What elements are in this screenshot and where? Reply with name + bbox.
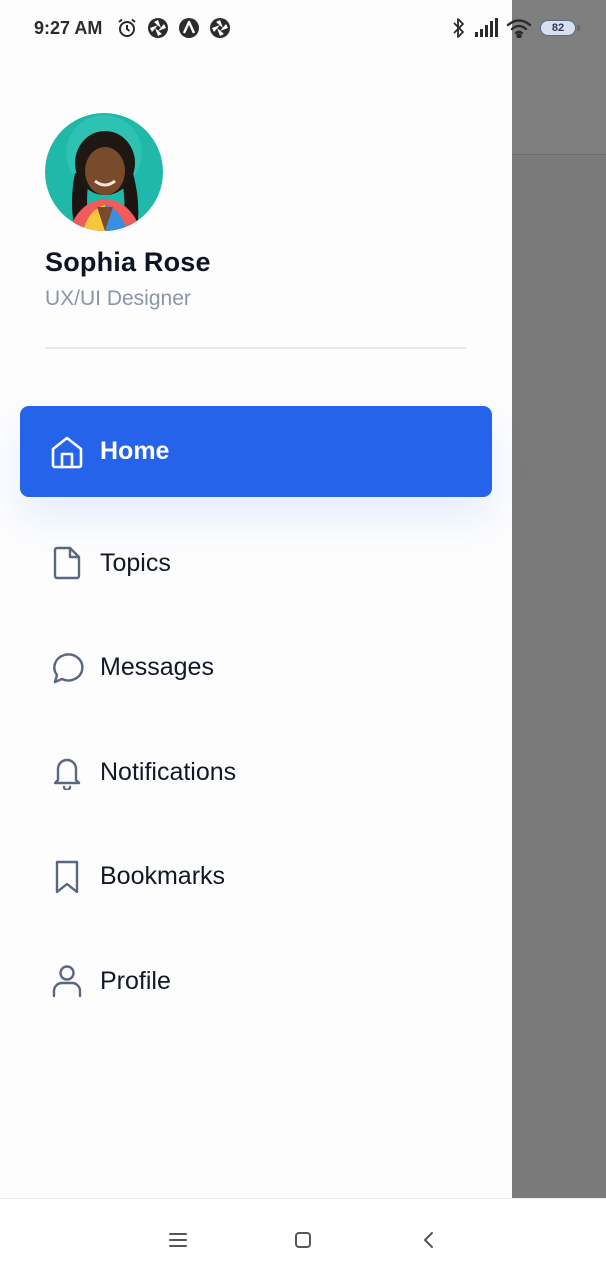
- signal-icon: [474, 17, 498, 39]
- user-icon: [48, 962, 86, 1000]
- battery-indicator: 82: [540, 20, 580, 36]
- menu-item-home[interactable]: Home: [20, 406, 492, 497]
- avatar-photo: [45, 113, 163, 231]
- menu-item-messages[interactable]: Messages: [20, 616, 492, 721]
- home-square-icon[interactable]: [290, 1227, 316, 1253]
- background-scrim[interactable]: [512, 0, 606, 1198]
- system-navigation-bar: [0, 1198, 606, 1280]
- divider: [45, 347, 466, 349]
- home-icon: [48, 433, 86, 471]
- navigation-drawer: Sophia Rose UX/UI Designer Home Topics M…: [0, 0, 512, 1198]
- status-bar: 9:27 AM 82: [0, 0, 606, 58]
- profile-name: Sophia Rose: [45, 247, 211, 277]
- profile-role: UX/UI Designer: [45, 287, 191, 310]
- bell-icon: [48, 753, 86, 791]
- back-icon[interactable]: [416, 1227, 442, 1253]
- bookmark-icon: [48, 858, 86, 896]
- app-a-icon: [178, 17, 200, 39]
- menu-item-label: Notifications: [100, 757, 237, 786]
- menu-item-label: Topics: [100, 548, 171, 577]
- menu-item-label: Bookmarks: [100, 862, 226, 891]
- menu-item-label: Messages: [100, 653, 214, 682]
- menu-item-profile[interactable]: Profile: [20, 929, 492, 1034]
- menu-item-label: Home: [100, 437, 170, 465]
- chat-icon: [48, 649, 86, 687]
- menu-icon[interactable]: [165, 1227, 191, 1253]
- bluetooth-icon: [452, 17, 466, 39]
- drawer-menu: Home Topics Messages Notifications Bookm…: [20, 406, 492, 1034]
- status-time: 9:27 AM: [34, 18, 103, 38]
- wifi-icon: [506, 17, 532, 39]
- document-icon: [48, 544, 86, 582]
- aperture-icon: [209, 17, 231, 39]
- alarm-icon: [116, 17, 138, 39]
- avatar[interactable]: [45, 113, 163, 231]
- menu-item-topics[interactable]: Topics: [20, 511, 492, 616]
- menu-item-notifications[interactable]: Notifications: [20, 720, 492, 825]
- menu-item-bookmarks[interactable]: Bookmarks: [20, 825, 492, 930]
- menu-item-label: Profile: [100, 966, 171, 995]
- aperture-icon: [147, 17, 169, 39]
